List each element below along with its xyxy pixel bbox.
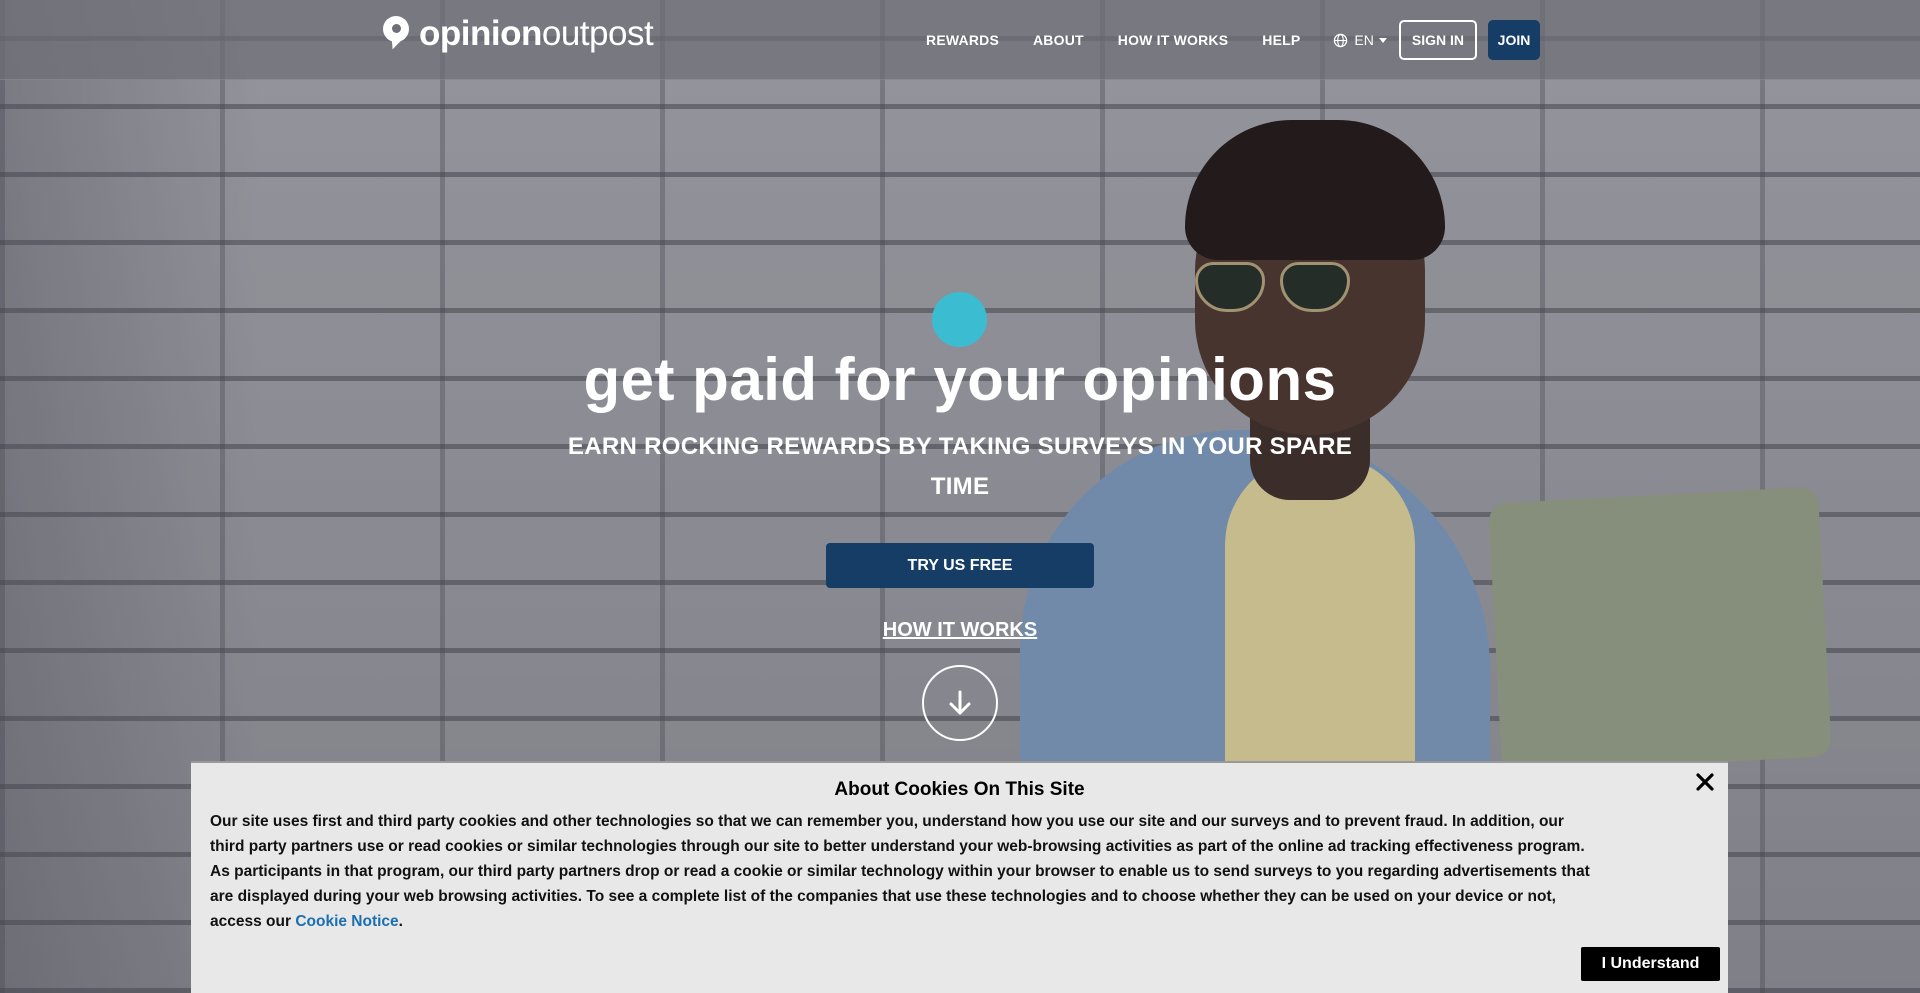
cookie-notice-link[interactable]: Cookie Notice [295,913,398,930]
cookie-banner: About Cookies On This Site Our site uses… [191,761,1728,993]
sign-in-button[interactable]: SIGN IN [1398,20,1477,60]
nav-help[interactable]: HELP [1262,32,1300,48]
hero-subtitle-line-1: EARN ROCKING REWARDS BY TAKING SURVEYS I… [567,433,1353,460]
language-selector[interactable]: EN [1333,32,1387,48]
try-us-free-button[interactable]: TRY US FREE [826,543,1094,588]
cookie-body: Our site uses first and third party cook… [210,809,1590,934]
nav-how-it-works[interactable]: HOW IT WORKS [1118,32,1229,48]
nav-about[interactable]: ABOUT [1033,32,1084,48]
hero-subtitle: EARN ROCKING REWARDS BY TAKING SURVEYS I… [560,427,1360,507]
i-understand-button[interactable]: I Understand [1581,947,1720,981]
close-icon[interactable] [1692,769,1718,795]
nav-rewards[interactable]: REWARDS [926,32,999,48]
cookie-body-text: Our site uses first and third party cook… [210,813,1590,930]
join-button[interactable]: JOIN [1488,20,1540,60]
arrow-down-icon [949,690,971,715]
chevron-down-icon [1378,37,1387,43]
site-logo[interactable]: opinionoutpost [383,14,654,54]
logo-text: opinionoutpost [419,14,654,53]
language-label: EN [1354,32,1374,48]
hero-subtitle-line-2: TIME [930,473,990,500]
globe-icon [1334,33,1348,47]
site-header: opinionoutpost REWARDS ABOUT HOW IT WORK… [0,0,1920,80]
how-it-works-link[interactable]: HOW IT WORKS [810,619,1110,642]
hero-title: get paid for your opinions [583,346,1337,413]
location-pin-icon [383,16,409,53]
cookie-body-period: . [398,913,403,930]
accent-dot [932,292,987,347]
main-nav: REWARDS ABOUT HOW IT WORKS HELP EN SIGN … [909,20,1540,60]
scroll-down-button[interactable] [922,665,998,741]
cookie-title: About Cookies On This Site [834,779,1085,800]
